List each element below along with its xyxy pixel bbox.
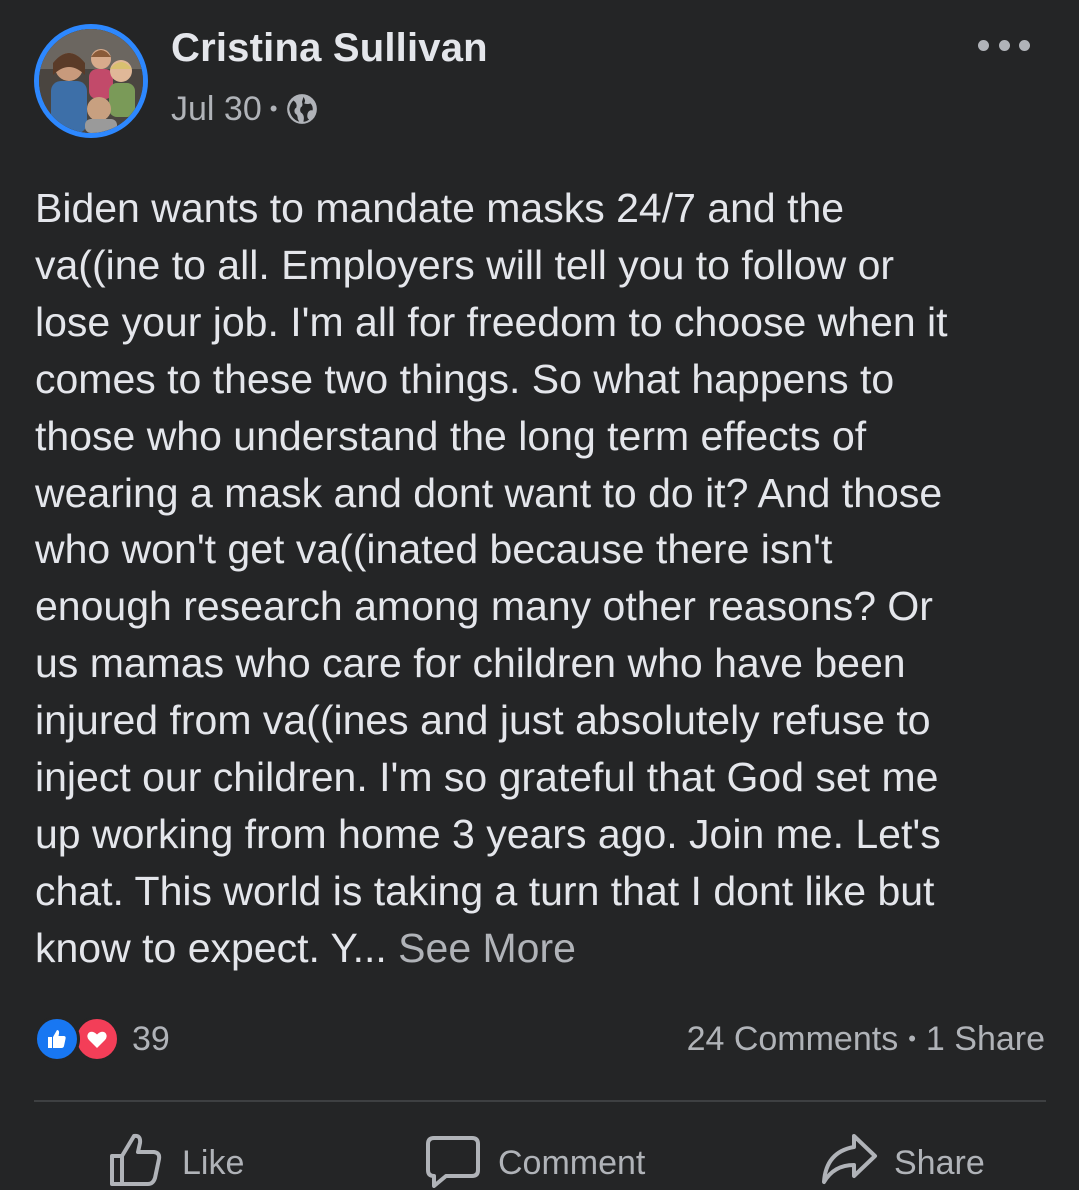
comment-label: Comment (498, 1144, 646, 1182)
like-label: Like (182, 1144, 245, 1182)
more-options-icon (1019, 39, 1030, 51)
reaction-summary[interactable]: 39 (34, 1016, 170, 1062)
like-button[interactable]: Like (108, 1130, 244, 1190)
post-body-text: Biden wants to mandate masks 24/7 and th… (35, 185, 948, 971)
comment-button[interactable]: Comment (424, 1130, 645, 1190)
engagement-separator: • (908, 1026, 916, 1051)
share-icon (822, 1134, 877, 1184)
like-reaction-icon (34, 1016, 80, 1062)
avatar-photo (39, 29, 143, 133)
more-options-icon (998, 39, 1010, 51)
share-button[interactable]: Share (820, 1130, 985, 1190)
author-avatar[interactable] (34, 24, 148, 138)
love-reaction-icon (74, 1016, 120, 1062)
more-options-button[interactable] (978, 30, 1030, 60)
post-date[interactable]: Jul 30 (171, 90, 262, 129)
post-meta: Jul 30 • (171, 88, 319, 130)
meta-separator: • (269, 96, 278, 121)
reaction-count: 39 (132, 1019, 170, 1058)
actions-divider (34, 1100, 1046, 1102)
post-action-bar: Like Comment Share (0, 1130, 1079, 1190)
see-more-link[interactable]: See More (398, 925, 576, 971)
globe-icon (287, 94, 318, 124)
post-text: Biden wants to mandate masks 24/7 and th… (35, 180, 1055, 977)
engagement-counts: 24 Comments • 1 Share (687, 1016, 1045, 1062)
author-name[interactable]: Cristina Sullivan (171, 26, 488, 71)
more-options-icon (978, 39, 989, 51)
share-label: Share (894, 1144, 985, 1182)
shares-count[interactable]: 1 Share (926, 1020, 1045, 1059)
comments-count[interactable]: 24 Comments (687, 1020, 899, 1059)
thumbs-up-icon (110, 1133, 162, 1186)
comment-icon (426, 1136, 480, 1188)
